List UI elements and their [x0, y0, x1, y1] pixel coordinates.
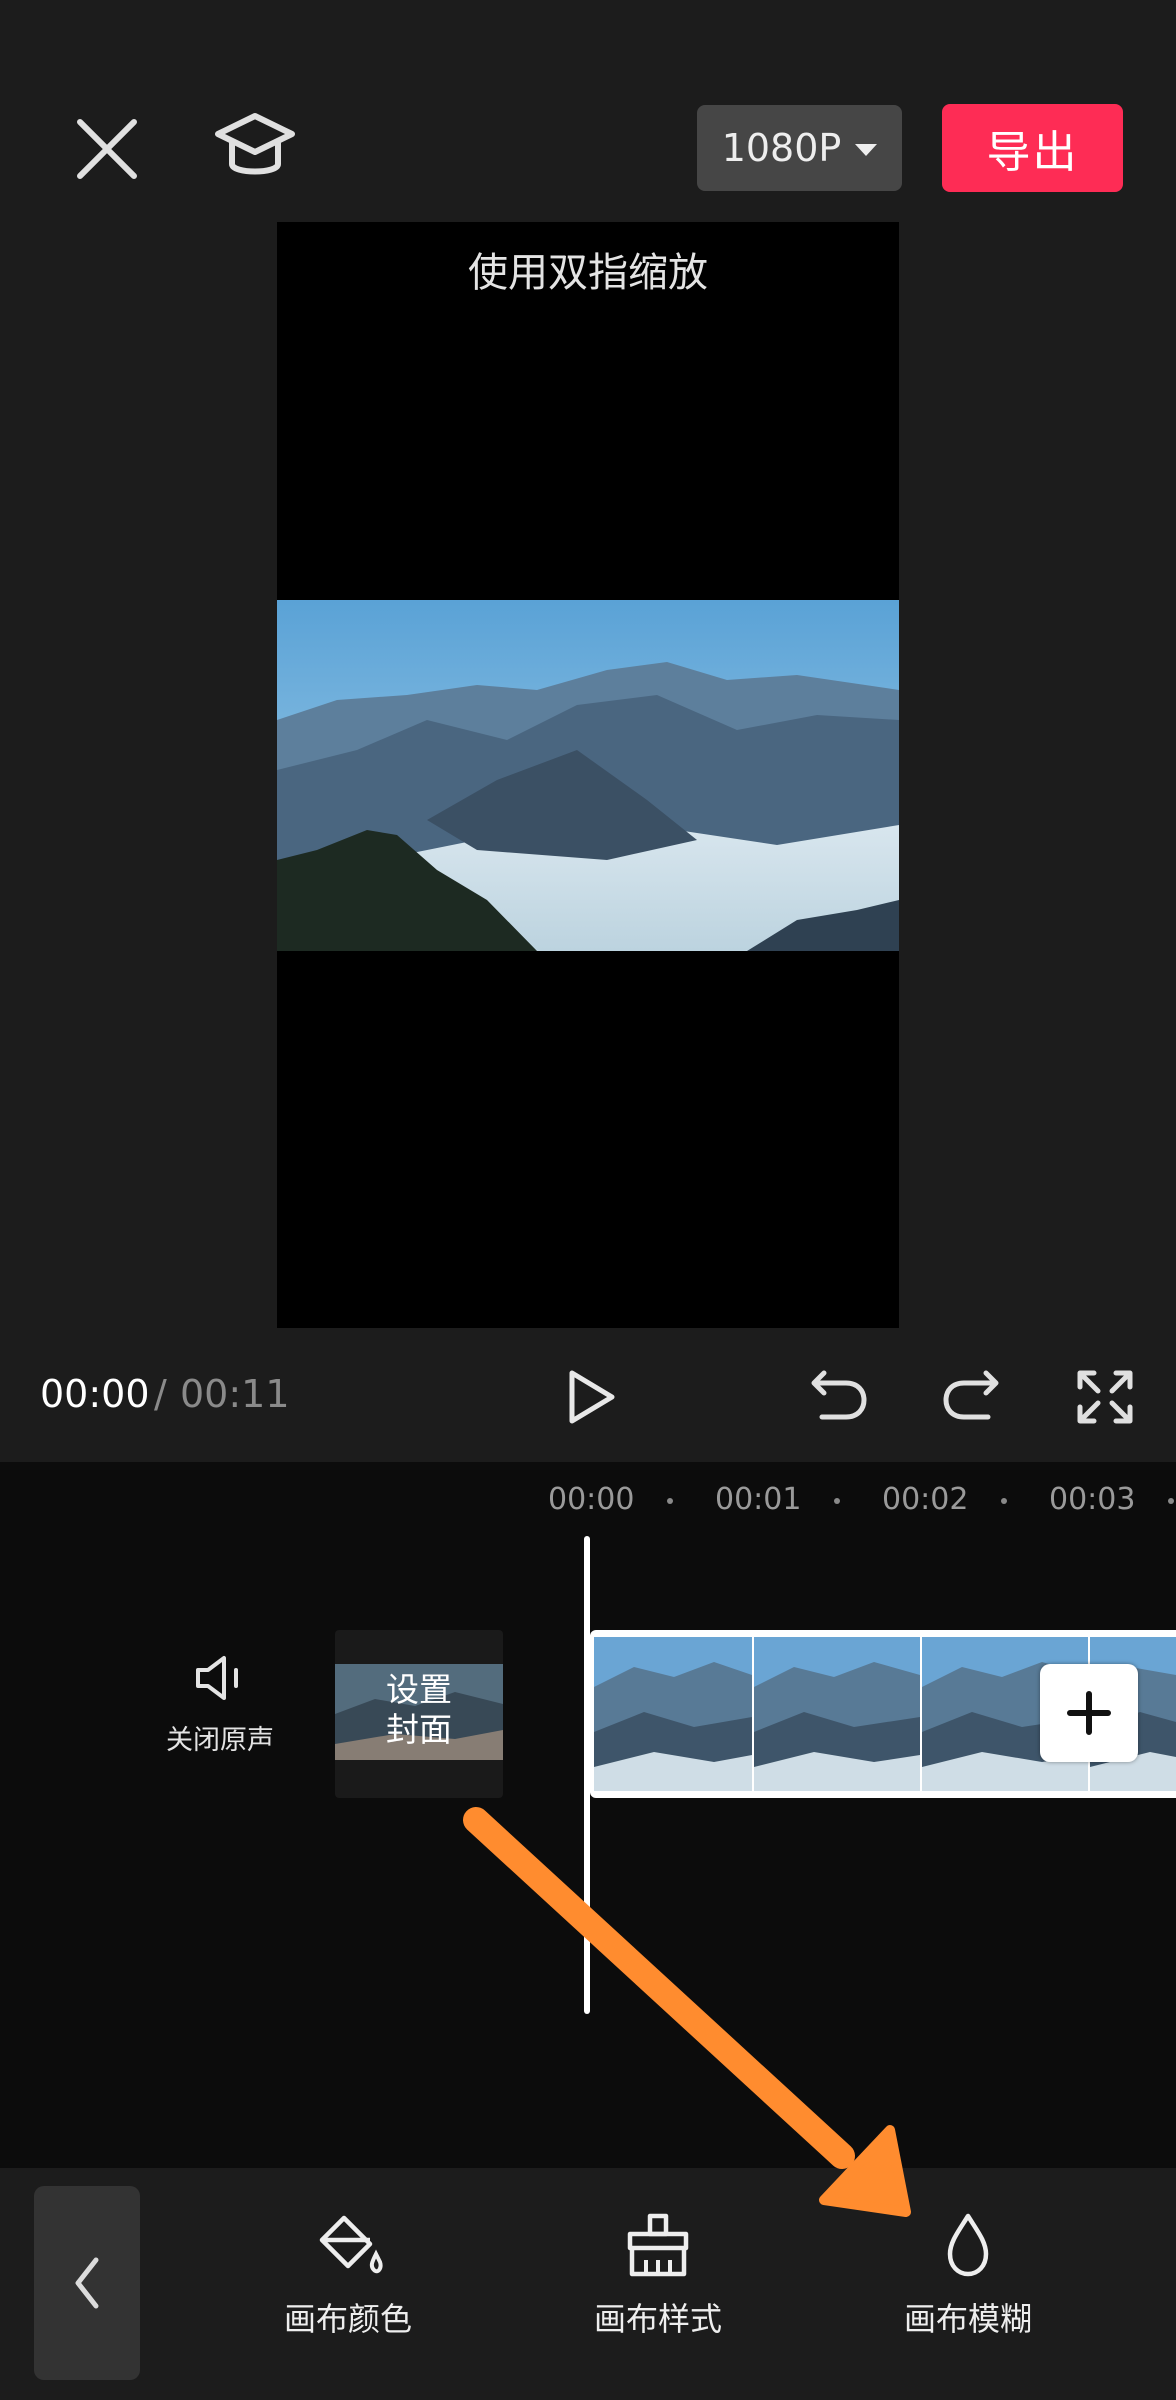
canvas-color-label: 画布颜色 [283, 2300, 412, 2338]
time-tick: 00:02 [882, 1482, 969, 1517]
fullscreen-icon [1077, 1370, 1133, 1424]
redo-button[interactable] [940, 1367, 1002, 1423]
time-separator: / [154, 1372, 167, 1416]
add-clip-button[interactable] [1040, 1664, 1138, 1762]
clip-frame-thumbnail [754, 1637, 920, 1791]
close-button[interactable] [70, 112, 144, 186]
canvas-style-label: 画布样式 [593, 2300, 722, 2338]
time-tick: 00:00 [548, 1482, 635, 1517]
tick-dot [667, 1498, 673, 1504]
back-button[interactable] [34, 2186, 140, 2380]
tick-dot [1001, 1498, 1007, 1504]
droplet-icon [947, 2213, 989, 2277]
plus-icon [1067, 1691, 1111, 1735]
undo-button[interactable] [808, 1367, 870, 1423]
total-duration: 00:11 [180, 1372, 290, 1416]
pinch-zoom-hint: 使用双指缩放 [468, 250, 708, 296]
brush-icon [627, 2213, 689, 2277]
resolution-dropdown[interactable]: 1080P [697, 105, 902, 191]
tick-dot [834, 1498, 840, 1504]
time-tick: 00:03 [1049, 1482, 1136, 1517]
playhead[interactable] [584, 1536, 590, 2014]
fullscreen-button[interactable] [1074, 1367, 1136, 1427]
redo-icon [943, 1370, 999, 1420]
tutorial-button[interactable] [210, 108, 300, 188]
chevron-left-icon [75, 2257, 99, 2309]
speaker-icon [196, 1656, 238, 1700]
caret-down-icon [855, 144, 878, 156]
play-button[interactable] [560, 1367, 620, 1427]
set-cover-button[interactable]: 设置 封面 [335, 1630, 503, 1798]
canvas-toolbar: 画布颜色 画布样式 画布模糊 [0, 2168, 1176, 2400]
mute-original-audio-button[interactable]: 关闭原声 [140, 1652, 300, 1762]
undo-icon [811, 1370, 867, 1420]
canvas-blur-button[interactable]: 画布模糊 [873, 2210, 1063, 2340]
resolution-label: 1080P [721, 126, 842, 170]
paint-bucket-icon [319, 2215, 383, 2274]
landscape-video-frame [277, 600, 899, 951]
canvas-style-button[interactable]: 画布样式 [563, 2210, 753, 2340]
canvas-blur-label: 画布模糊 [903, 2300, 1032, 2338]
time-tick: 00:01 [715, 1482, 802, 1517]
graduation-cap-icon [215, 113, 295, 175]
video-preview-canvas[interactable]: 使用双指缩放 [277, 222, 899, 1328]
play-icon [569, 1370, 615, 1424]
canvas-color-button[interactable]: 画布颜色 [253, 2210, 443, 2340]
close-icon [77, 119, 137, 179]
mute-original-audio-label: 关闭原声 [166, 1725, 274, 1756]
clip-frame-thumbnail [594, 1637, 752, 1791]
tick-dot [1168, 1498, 1174, 1504]
set-cover-label: 设置 封面 [386, 1670, 452, 1749]
current-time: 00:00 [40, 1372, 150, 1416]
timeline-panel[interactable]: 00:00 00:01 00:02 00:03 关闭原声 设置 封面 [0, 1462, 1176, 2168]
export-button[interactable]: 导出 [942, 104, 1123, 192]
